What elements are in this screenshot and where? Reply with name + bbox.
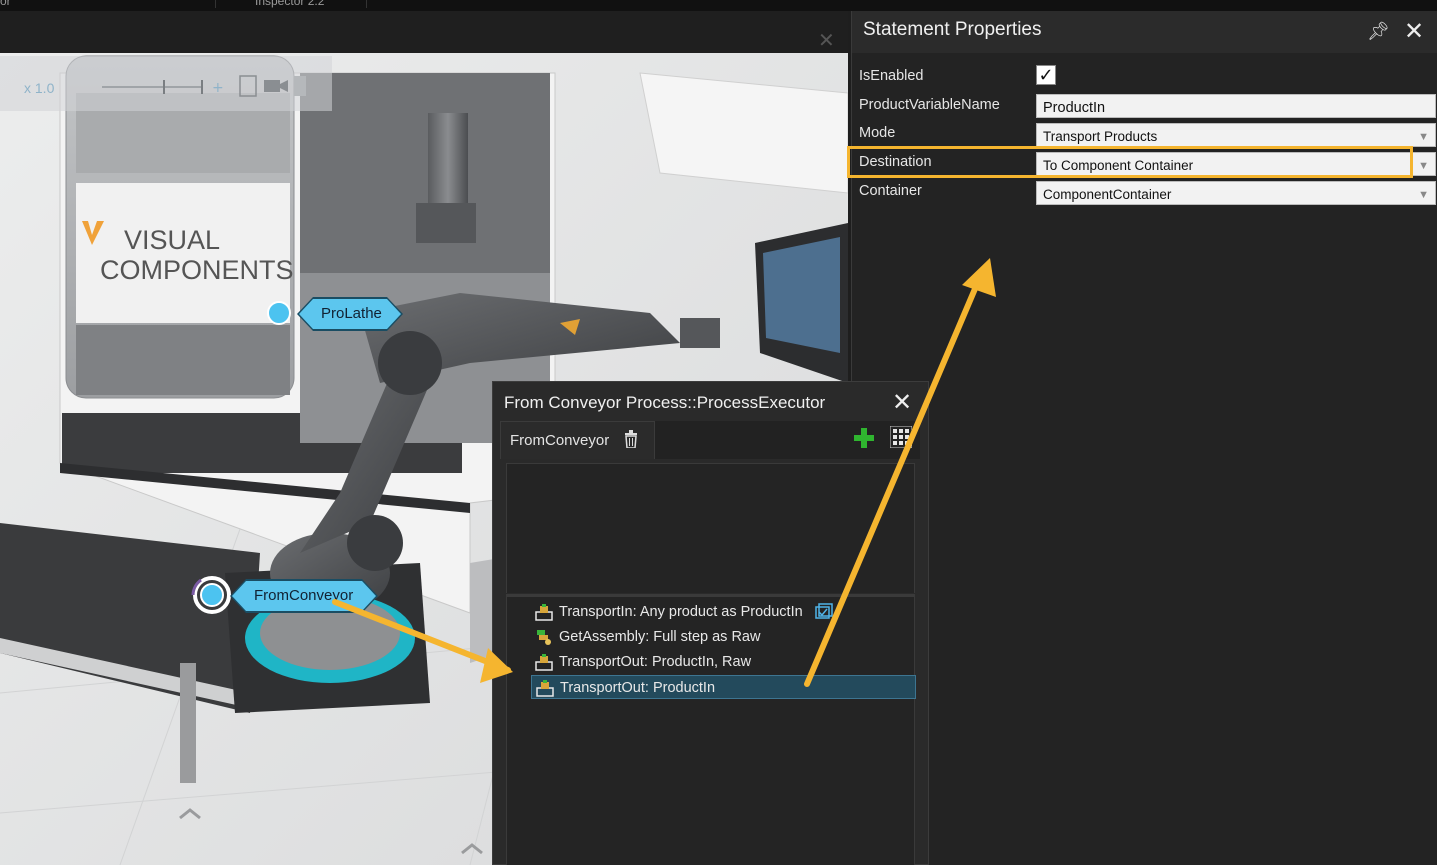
panel-title: Statement Properties (863, 19, 1042, 40)
statement-row-transportin[interactable]: TransportIn: Any product as ProductIn (531, 600, 916, 624)
statement-row-getassembly[interactable]: GetAssembly: Full step as Raw (531, 625, 916, 649)
transport-icon (536, 680, 554, 697)
checked-tasks-icon (815, 603, 833, 619)
tab-inspector[interactable]: Inspector 2.2 (255, 0, 324, 8)
statement-properties-panel: Statement Properties 📌︎ ✕ IsEnabled ✓ Pr… (851, 11, 1437, 865)
viewport-header: ✕ (0, 11, 848, 53)
tab-fromconveyor[interactable]: FromConveyor (500, 421, 655, 459)
fromconveyor-node-dot[interactable] (200, 583, 224, 607)
viewport-close-icon[interactable]: ✕ (818, 31, 835, 51)
mode-value: Transport Products (1043, 129, 1158, 144)
dropdown-arrow-icon[interactable]: ▼ (1418, 153, 1429, 179)
transport-icon (535, 604, 553, 621)
statement-label: TransportOut: ProductIn, Raw (559, 654, 752, 670)
container-value: ComponentContainer (1043, 187, 1172, 202)
transport-icon (535, 654, 553, 671)
close-icon[interactable]: ✕ (892, 388, 912, 417)
prop-label-isenabled: IsEnabled (859, 68, 924, 84)
dropdown-arrow-icon[interactable]: ▼ (1418, 124, 1429, 150)
statement-list: TransportIn: Any product as ProductIn Ge… (506, 594, 916, 865)
process-tab-bar: FromConveyor (500, 421, 920, 459)
fromconveyor-callout[interactable]: FromConveyor (232, 581, 376, 611)
dropdown-arrow-icon[interactable]: ▼ (1418, 182, 1429, 208)
assembly-icon (537, 630, 551, 645)
statement-row-transportout-selected[interactable]: TransportOut: ProductIn (531, 675, 916, 699)
isenabled-checkbox[interactable]: ✓ (1036, 65, 1056, 85)
statement-label: GetAssembly: Full step as Raw (559, 629, 761, 645)
mode-select[interactable]: Transport Products ▼ (1036, 123, 1436, 147)
prop-label-container: Container (859, 183, 922, 199)
statement-row-transportout-raw[interactable]: TransportOut: ProductIn, Raw (531, 650, 916, 674)
statement-label: TransportIn: Any product as ProductIn (559, 604, 803, 620)
prolathe-node-dot[interactable] (267, 301, 291, 325)
viewport-tool-icons: + (102, 75, 306, 97)
add-process-icon[interactable] (853, 427, 875, 449)
prolathe-callout[interactable]: ProLathe (299, 299, 401, 329)
trash-icon[interactable] (624, 430, 638, 448)
process-flow-canvas[interactable] (506, 463, 915, 593)
prop-label-productvariablename: ProductVariableName (859, 97, 1000, 113)
container-select[interactable]: ComponentContainer ▼ (1036, 181, 1436, 205)
tab-left[interactable]: or (0, 0, 11, 8)
top-tab-strip: or Inspector 2.2 (0, 0, 1437, 11)
statement-label: TransportOut: ProductIn (560, 680, 716, 696)
close-icon[interactable]: ✕ (1404, 17, 1424, 46)
tab-separator (215, 0, 216, 8)
brand-components: COMPONENTS (100, 255, 294, 285)
tab-label: FromConveyor (510, 432, 610, 449)
app-window: or Inspector 2.2 ✕ VISUAL COMPONENTS x 1… (0, 0, 1437, 865)
viewport-toolbar: x 1.0 + (0, 56, 332, 111)
tab-separator (366, 0, 367, 8)
brand-visual: VISUAL (124, 225, 220, 255)
productvariablename-input[interactable]: ProductIn (1036, 94, 1436, 118)
zoom-level: x 1.0 (24, 80, 55, 96)
prop-label-mode: Mode (859, 125, 896, 141)
destination-highlight-box (847, 146, 1413, 178)
window-title: From Conveyor Process::ProcessExecutor (504, 393, 826, 412)
pin-icon[interactable]: 📌︎ (1367, 21, 1390, 42)
svg-text:+: + (212, 80, 224, 96)
process-executor-window: From Conveyor Process::ProcessExecutor ✕… (492, 381, 929, 865)
grid-view-icon[interactable] (890, 426, 912, 448)
